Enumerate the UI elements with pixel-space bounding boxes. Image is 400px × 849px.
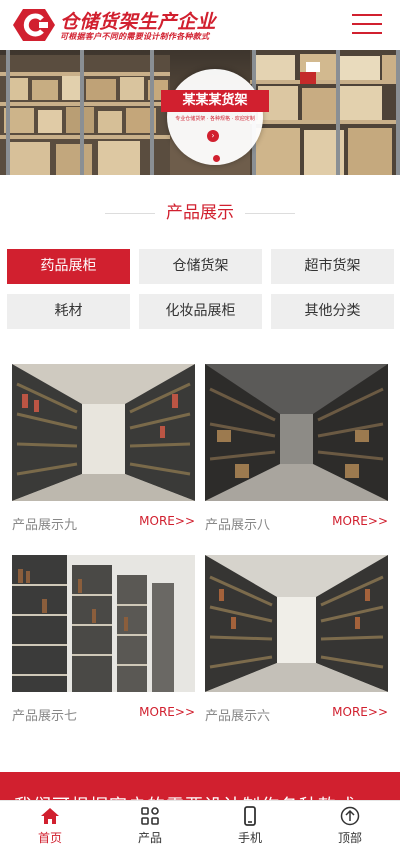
category-button-other[interactable]: 其他分类 (271, 294, 394, 329)
phone-icon (244, 806, 256, 826)
product-name: 产品展示九 (12, 518, 78, 533)
banner-title: 某某某货架 (161, 90, 269, 112)
nav-label: 顶部 (337, 831, 362, 845)
logo-title: 仓储货架生产企业 (60, 11, 217, 33)
category-button-storage-shelf[interactable]: 仓储货架 (139, 249, 262, 284)
banner-tagline: 专业仓储货架 · 各种规格 · 欢迎定制 (175, 116, 255, 122)
about-banner: 我们可根据客户的需要设计制作各种款式 (0, 772, 400, 802)
more-link[interactable]: MORE>> (139, 705, 195, 719)
arrow-up-icon (340, 806, 360, 826)
product-image[interactable] (12, 555, 195, 692)
more-link[interactable]: MORE>> (332, 514, 388, 528)
banner-badge: 某某某货架 专业仓储货架 · 各种规格 · 欢迎定制 › (161, 69, 269, 165)
home-icon (41, 808, 59, 824)
carousel-dot[interactable] (213, 155, 220, 162)
logo[interactable]: 仓储货架生产企业 可根据客户不同的需要设计制作各种款式 (12, 6, 242, 44)
logo-mark-icon (13, 9, 55, 41)
more-link[interactable]: MORE>> (332, 705, 388, 719)
nav-label: 手机 (237, 831, 262, 845)
logo-subtitle: 可根据客户不同的需要设计制作各种款式 (60, 32, 210, 41)
section-heading: 产品展示 (0, 200, 400, 226)
divider (105, 213, 155, 214)
category-button-supermarket-shelf[interactable]: 超市货架 (271, 249, 394, 284)
hamburger-menu-icon[interactable] (352, 12, 382, 36)
nav-home[interactable]: 首页 (0, 801, 100, 849)
nav-top[interactable]: 顶部 (300, 801, 400, 849)
product-name: 产品展示六 (205, 709, 271, 724)
category-button-drug-cabinet[interactable]: 药品展柜 (7, 249, 130, 284)
nav-mobile[interactable]: 手机 (200, 801, 300, 849)
section-title: 产品展示 (166, 203, 234, 223)
product-image[interactable] (205, 364, 388, 501)
divider (245, 213, 295, 214)
more-link[interactable]: MORE>> (139, 514, 195, 528)
nav-products[interactable]: 产品 (100, 801, 200, 849)
product-image[interactable] (205, 555, 388, 692)
nav-label: 首页 (37, 831, 62, 845)
product-image[interactable] (12, 364, 195, 501)
category-button-cosmetics-cabinet[interactable]: 化妆品展柜 (139, 294, 262, 329)
bottom-nav: 首页 产品 手机 顶部 (0, 800, 400, 848)
category-button-consumables[interactable]: 耗材 (7, 294, 130, 329)
chevron-right-circle-icon[interactable]: › (207, 130, 219, 142)
grid-icon (141, 807, 159, 825)
banner[interactable]: 某某某货架 专业仓储货架 · 各种规格 · 欢迎定制 › (0, 50, 400, 175)
nav-label: 产品 (137, 831, 162, 845)
product-name: 产品展示八 (205, 518, 271, 533)
header: 仓储货架生产企业 可根据客户不同的需要设计制作各种款式 (0, 0, 400, 50)
product-name: 产品展示七 (12, 709, 78, 724)
